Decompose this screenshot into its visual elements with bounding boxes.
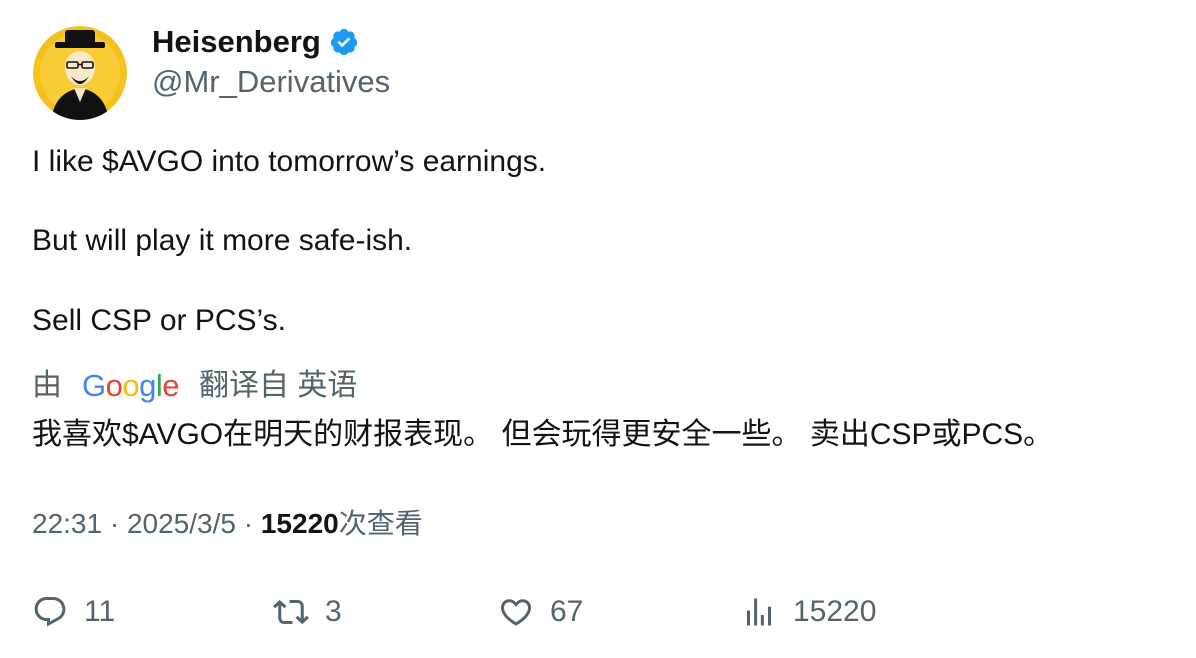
- avatar[interactable]: [33, 26, 127, 120]
- views-action-count: 15220: [793, 595, 877, 628]
- like-count: 67: [550, 595, 584, 628]
- analytics-icon: [747, 598, 771, 626]
- author-name[interactable]: Heisenberg: [152, 22, 359, 62]
- tweet-meta: 22:31 · 2025/3/5 · 15220次查看: [32, 504, 423, 544]
- retweet-count: 3: [325, 595, 342, 628]
- verified-badge-icon: [329, 27, 359, 57]
- tweet-time[interactable]: 22:31: [32, 508, 102, 539]
- reply-icon: [34, 597, 66, 627]
- views-count: 15220: [260, 508, 339, 539]
- translation-suffix: 翻译自 英语: [199, 369, 358, 402]
- translated-text: 我喜欢$AVGO在明天的财报表现。 但会玩得更安全一些。 卖出CSP或PCS。: [32, 418, 1054, 451]
- retweet-icon: [273, 599, 309, 625]
- reply-count: 11: [84, 595, 116, 628]
- tweet-date[interactable]: 2025/3/5: [127, 508, 236, 539]
- heart-icon: [500, 599, 532, 626]
- author-display-name: Heisenberg: [152, 24, 321, 59]
- like-button[interactable]: 67: [498, 590, 583, 634]
- translation-attribution: 由 Google 翻译自 英语: [32, 366, 357, 406]
- separator: ·: [109, 508, 120, 539]
- views-button[interactable]: 15220: [741, 590, 876, 634]
- translation-prefix: 由: [32, 369, 62, 402]
- author-handle[interactable]: @Mr_Derivatives: [152, 62, 390, 102]
- retweet-button[interactable]: 3: [273, 590, 342, 634]
- reply-button[interactable]: 11: [32, 590, 115, 634]
- tweet-text-line: Sell CSP or PCS’s.: [32, 304, 286, 337]
- separator: ·: [243, 508, 254, 539]
- tweet-text-line: But will play it more safe-ish.: [32, 224, 413, 257]
- google-logo[interactable]: Google: [82, 366, 180, 406]
- views-label: 次查看: [338, 508, 423, 539]
- tweet-text-line: I like $AVGO into tomorrow’s earnings.: [32, 145, 547, 178]
- heisenberg-avatar-image: [33, 26, 127, 120]
